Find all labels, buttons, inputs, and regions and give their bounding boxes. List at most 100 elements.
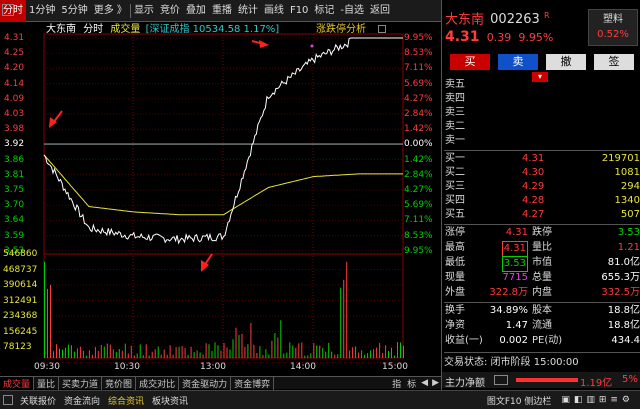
sign-button[interactable]: 签 [594,54,634,70]
volume-bar [70,345,72,358]
stat-label: 股本 [532,305,552,316]
status-icons[interactable]: ▣◧▥⊞≡⚙ [555,395,640,405]
ask-row[interactable]: 卖二 [444,120,640,134]
bid-row[interactable]: 买二 4.30 1081 [444,166,640,180]
status-f10-sidebar[interactable]: 图文F10 侧边栏 [483,394,556,407]
indicator-index-button[interactable]: 指 [389,377,404,390]
volume-bar [106,343,108,358]
tab-fund-drive[interactable]: 资金驱动力 [179,376,232,390]
volume-bar [355,346,357,358]
tab-trade-compare[interactable]: 成交对比 [136,376,180,390]
volume-bar [169,345,171,358]
bid-label: 买四 [445,195,465,206]
cancel-button[interactable]: 撤 [546,54,586,70]
ask-row[interactable]: 卖一 [444,134,640,148]
toolbar-back-button[interactable]: 返回 [367,0,393,22]
volume-bar [112,349,114,358]
volume-bar [160,354,162,358]
sector-tag[interactable]: 塑料 0.52% [588,9,638,46]
tab-volume[interactable]: 成交量 [0,376,35,390]
indicator-mark-button[interactable]: 标 [404,377,419,390]
tab-auction-chart[interactable]: 竞价图 [102,376,137,390]
volume-bar [187,354,189,358]
volume-bar [229,349,231,358]
pct-tick-label: 8.53% [404,48,433,59]
toolbar-f10-button[interactable]: F10 [287,0,311,22]
stat-row: 最高 4.31 量比 1.21 [444,241,640,257]
status-related-quote[interactable]: 关联报价 [16,394,60,407]
intraday-chart-svg [43,33,404,363]
volume-bar [388,351,389,358]
price-tick-label: 3.75 [4,185,25,195]
toolbar-auction-button[interactable]: 竞价 [157,0,183,22]
volume-bar [280,320,282,358]
bid-row[interactable]: 买五 4.27 507 [444,208,640,222]
toolbar-replay-button[interactable]: 重播 [209,0,235,22]
limit-analysis-link[interactable]: 涨跌停分析 [316,23,366,36]
toolbar-watchlist-button[interactable]: -自选 [337,0,367,22]
status-sector-news[interactable]: 板块资讯 [148,394,192,407]
volume-bar [199,352,201,358]
stat-label: 内盘 [532,287,552,298]
panel-toggle-icon[interactable] [2,4,14,16]
bid-row[interactable]: 买一 4.31 219701 [444,152,640,166]
toolbar-display-button[interactable]: 显示 [131,0,157,22]
toolbar-mark-button[interactable]: 标记 [311,0,337,22]
tab-buy-sell-force[interactable]: 买卖力道 [59,376,103,390]
volume-bar [121,350,123,358]
sell-button[interactable]: 卖 [498,54,538,70]
stat-value: 4.31 [505,227,528,238]
buy-button[interactable]: 买 [450,54,490,70]
volume-bar [292,345,294,358]
volume-bar [250,323,252,358]
toolbar-stats-button[interactable]: 统计 [235,0,261,22]
ask-row[interactable]: 卖五 [444,78,640,92]
toolbar-overlay-button[interactable]: 叠加 [183,0,209,22]
toolbar-tab-5min[interactable]: 5分钟 [58,0,90,22]
volume-bar [208,344,210,358]
status-fund-flow[interactable]: 资金流向 [60,394,104,407]
bid-volume: 1340 [614,195,640,206]
toolbar-tab-1min[interactable]: 1分钟 [26,0,58,22]
bid-label: 买二 [445,167,465,178]
scroll-right-icon[interactable]: ▶ [430,378,441,388]
volume-bar [166,354,168,358]
volume-bar [337,354,339,358]
ask-label: 卖五 [445,79,465,90]
volume-tick-label: 390614 [3,280,38,290]
tab-fund-game[interactable]: 资金博弈 [231,376,275,390]
volume-bar [352,347,354,358]
scroll-left-icon[interactable]: ◀ [419,378,430,388]
price-line [43,37,403,245]
volume-bar [190,346,192,358]
orderbook-divider [444,150,640,151]
ask-row[interactable]: 卖三 [444,106,640,120]
limit-analysis-toggle-icon[interactable] [378,25,386,33]
price-tick-label: 4.31 [4,33,25,43]
stock-badge: R [543,11,550,20]
volume-bar [235,327,237,358]
volume-bar [325,351,327,358]
toolbar-draw-button[interactable]: 画线 [261,0,287,22]
tab-volume-ratio[interactable]: 量比 [34,376,60,390]
ask-row[interactable]: 卖四 [444,92,640,106]
volume-bar [100,345,102,358]
stat-label: 收益(一) [445,335,483,346]
price-tick-label: 3.98 [4,124,25,135]
volume-bar [256,353,258,358]
volume-bar [403,345,404,358]
stock-change: 0.39 [486,31,512,44]
stat-value: 81.0亿 [607,257,640,268]
stat-value: 332.5万 [601,287,640,298]
toolbar-tab-more[interactable]: 更多 》 [91,0,130,22]
main-net-info-icon[interactable] [494,375,508,385]
volume-bar [394,355,395,358]
volume-bar [379,342,381,358]
volume-bar [349,350,351,358]
bid-row[interactable]: 买三 4.29 294 [444,180,640,194]
volume-bar [304,355,306,358]
bid-row[interactable]: 买四 4.28 1340 [444,194,640,208]
pct-tick-label: 4.27% [404,93,433,104]
volume-tick-label: 156245 [3,326,38,337]
status-news[interactable]: 综合资讯 [104,394,148,407]
